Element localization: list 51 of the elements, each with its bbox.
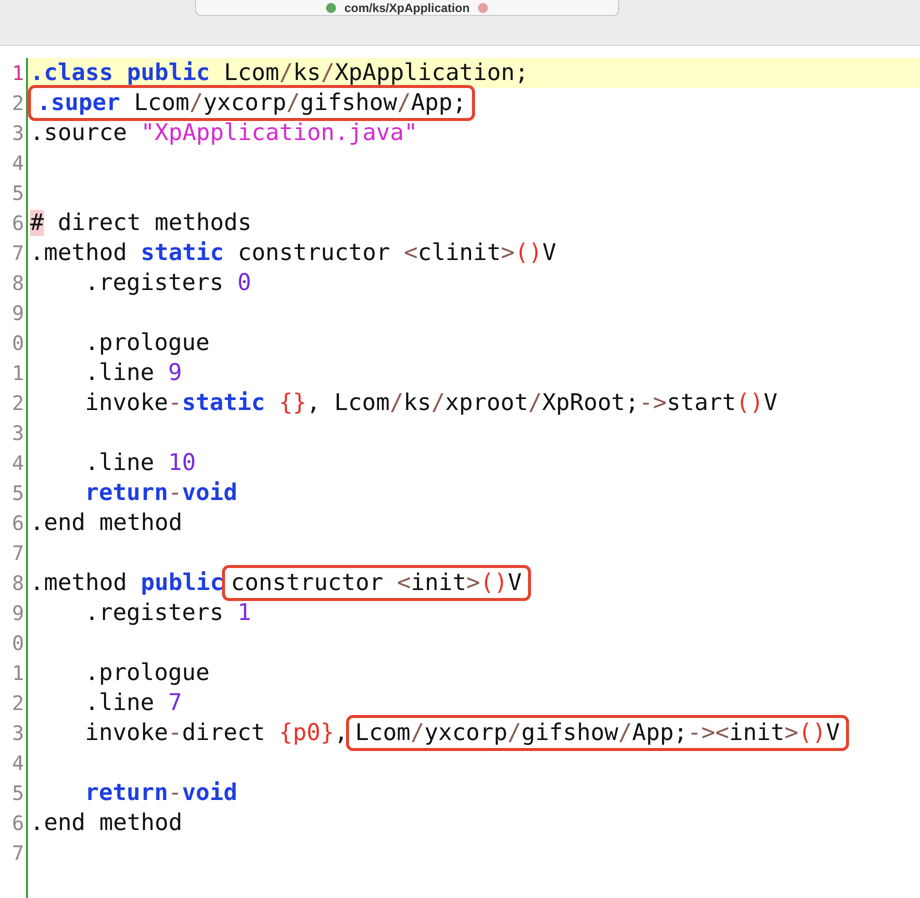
annotation-box: .super Lcom/yxcorp/gifshow/App;	[28, 85, 476, 121]
code-text: .class public Lcom/ks/XpApplication;	[30, 59, 529, 88]
code-text: .method public	[30, 569, 224, 598]
line-number: 9	[12, 301, 24, 325]
annotation-box: Lcom/yxcorp/gifshow/App;-><init>()V	[346, 715, 849, 751]
code-text: .prologue	[85, 329, 210, 358]
code-text: .end method	[30, 809, 182, 838]
line-number: 5	[12, 781, 24, 805]
line-number: 7	[12, 541, 24, 565]
editor-tab[interactable]: com/ks/XpApplication	[195, 0, 619, 16]
line-number: 1	[12, 661, 24, 685]
code-text: .line 10	[85, 449, 196, 478]
close-icon[interactable]	[478, 2, 488, 12]
line-number: 8	[12, 271, 24, 295]
code-text: # direct methods	[30, 209, 252, 238]
code-text: return-void	[85, 779, 238, 808]
code-text: .source "XpApplication.java"	[30, 119, 418, 148]
line-number: 3	[12, 421, 24, 445]
code-text: .line 7	[85, 689, 182, 718]
line-number: 6	[12, 211, 24, 235]
line-number: 4	[12, 451, 24, 475]
code-text: .line 9	[85, 359, 182, 388]
line-number: 6	[12, 511, 24, 535]
line-number: 2	[12, 391, 24, 415]
line-number: 7	[12, 841, 24, 865]
line-number: 0	[12, 331, 24, 355]
line-number: 1	[12, 61, 24, 85]
line-number: 3	[12, 721, 24, 745]
code-text: .end method	[30, 509, 182, 538]
code-text: .registers 1	[85, 599, 252, 628]
line-number: 5	[12, 181, 24, 205]
line-number: 8	[12, 571, 24, 595]
line-number: 6	[12, 811, 24, 835]
code-text: invoke-static {}, Lcom/ks/xproot/XpRoot;->start()V	[85, 389, 778, 418]
line-number: 9	[12, 601, 24, 625]
code-text: .prologue	[85, 659, 210, 688]
line-number: 1	[12, 361, 24, 385]
code-text: invoke-direct {p0},	[85, 719, 348, 748]
code-text: .method static constructor <clinit>()V	[30, 239, 556, 268]
line-number: 0	[12, 631, 24, 655]
line-number: 2	[12, 691, 24, 715]
line-number: 5	[12, 481, 24, 505]
line-number: 3	[12, 121, 24, 145]
code-text: .registers 0	[85, 269, 252, 298]
line-number: 7	[12, 241, 24, 265]
line-number: 4	[12, 151, 24, 175]
line-number: 4	[12, 751, 24, 775]
line-number: 2	[12, 91, 24, 115]
annotation-box: constructor <init>()V	[222, 565, 531, 601]
file-icon	[326, 2, 336, 12]
code-text: return-void	[85, 479, 238, 508]
